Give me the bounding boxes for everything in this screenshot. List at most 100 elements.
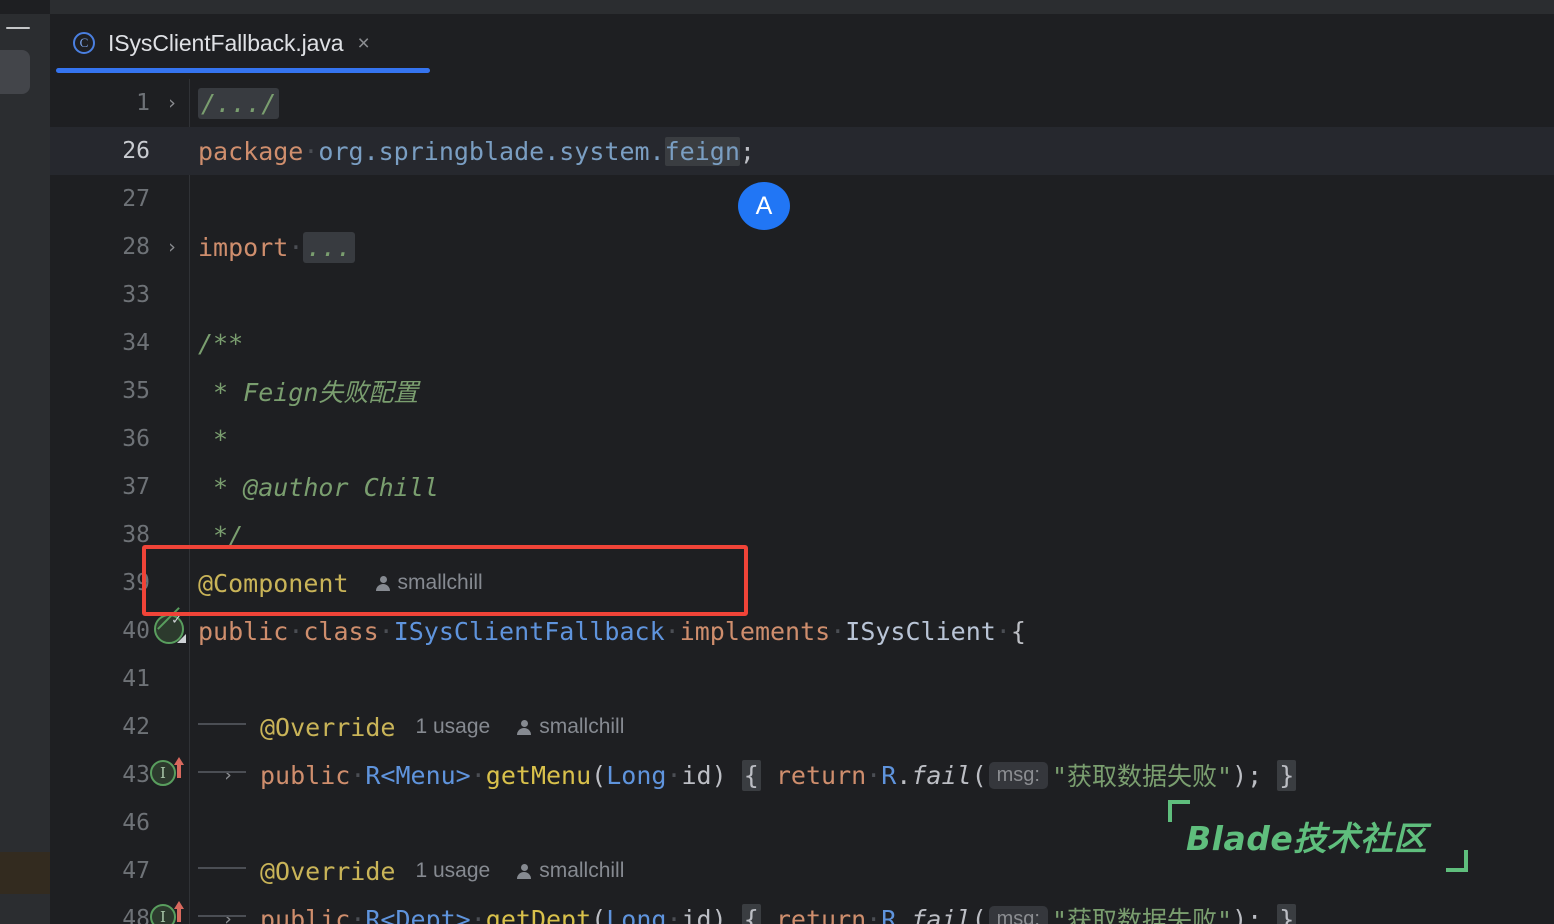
line-number[interactable]: 26 [50,138,150,164]
line-number[interactable]: 46 [50,810,150,836]
member-dot: . [896,760,912,790]
fold-chevron-icon[interactable]: › [162,236,182,258]
javadoc-description: * Feign失败配置 [198,378,419,407]
line-number[interactable]: 36 [50,426,150,452]
folded-imports[interactable]: ... [303,231,355,263]
keyword-package: package [198,136,304,166]
code-line-1: /.../ [198,79,280,127]
return-type: R<Menu> [365,760,471,790]
string-literal: "获取数据失败" [1051,762,1233,791]
line-number[interactable]: 48 [50,906,150,924]
result-class: R [881,760,897,790]
editor-row-current: 26 package · org.springblade.system. feign; [50,127,1554,175]
left-tool-sidebar [0,14,50,924]
implementing-method-marker-icon[interactable]: I [150,901,196,924]
line-number[interactable]: 28 [50,234,150,260]
keyword-import: import [198,232,289,262]
person-icon [516,864,532,880]
active-tab-underline [56,68,430,73]
editor-row: 1 › /.../ [50,79,1554,127]
keyword-class: class [303,616,379,646]
line-number[interactable]: 47 [50,858,150,884]
collapse-handle-icon[interactable] [6,27,30,29]
fold-chevron-icon[interactable]: › [162,92,182,114]
line-number[interactable]: 35 [50,378,150,404]
annotation-override: @Override [260,712,396,742]
code-editor[interactable]: 1 › /.../ 26 package · org.springblade.sys… [50,79,1554,924]
package-segment-feign: feign [664,136,740,166]
line-number[interactable]: 38 [50,522,150,548]
code-vision-author[interactable]: smallchill [375,571,483,595]
implemented-class-marker-icon[interactable]: ✓ [154,607,188,648]
editor-row: 33 [50,271,1554,319]
watermark: Blade技术社区 [1168,800,1468,872]
line-number[interactable]: 39 [50,570,150,596]
implementing-method-marker-icon[interactable]: I [150,757,196,792]
watermark-corner-bottom-right [1446,850,1468,872]
window-top-strip-left [0,0,50,14]
line-number[interactable]: 37 [50,474,150,500]
editor-row: 43 I › public · R<Menu> · getMenu(Long · id) {… [50,751,1554,799]
line-number[interactable]: 33 [50,282,150,308]
code-line-39: @Component smallchill [198,559,483,607]
body-open-brace: { [741,903,761,924]
method-separator-line [198,771,246,773]
code-line-48: public · R<Dept> · getDept(Long · id) { return… [198,895,1297,924]
line-number[interactable]: 41 [50,666,150,692]
fail-method: fail [911,760,972,790]
annotation-badge-a[interactable]: A [738,182,790,230]
line-number[interactable]: 43 [50,762,150,788]
param-type: Long [606,760,667,790]
line-number[interactable]: 1 [50,90,150,116]
code-line-36: * [198,415,228,463]
call-paren-close: ); [1232,760,1263,790]
code-line-34: /** [198,319,243,367]
editor-tab-isysclientfallback[interactable]: C ISysClientFallback.java × [56,14,384,72]
code-line-26: package · org.springblade.system. feign; [198,136,755,166]
body-close-brace: } [1277,903,1297,924]
code-vision-author[interactable]: smallchill [516,859,624,883]
line-number[interactable]: 42 [50,714,150,740]
editor-row: 40 ✓ public · class · ISysClientFallback · imp… [50,607,1554,655]
line-number[interactable]: 34 [50,330,150,356]
code-vision-usages[interactable]: 1 usage [415,715,490,739]
parameter-inlay-hint: msg: [988,905,1048,924]
call-paren-open: ( [971,760,987,790]
interface-name: ISysClient [845,616,996,646]
paren-close: ) [711,760,727,790]
method-name: getMenu [485,760,592,790]
implemented-class-corner [177,634,186,643]
close-icon[interactable]: × [357,33,369,54]
editor-tab-label: ISysClientFallback.java [108,29,344,56]
method-separator-line [198,915,246,917]
line-number[interactable]: 40 [50,618,150,644]
code-line-35: * Feign失败配置 [198,367,418,415]
annotation-component: @Component [198,568,349,598]
code-vision-author[interactable]: smallchill [516,715,624,739]
tool-window-button[interactable] [0,50,30,94]
keyword-implements: implements [679,616,831,646]
param-name: id [681,904,712,924]
paren-open: ( [591,904,607,924]
person-icon [516,720,532,736]
string-literal: "获取数据失败" [1051,906,1233,924]
param-name: id [681,760,712,790]
code-vision-usages[interactable]: 1 usage [415,859,490,883]
code-vision-author-label: smallchill [397,571,483,594]
keyword-return: return [775,760,867,790]
fail-method: fail [911,904,972,924]
editor-row: 36 * [50,415,1554,463]
editor-row: 35 * Feign失败配置 [50,367,1554,415]
line-number[interactable]: 27 [50,186,150,212]
keyword-public: public [260,760,351,790]
code-vision-author-label: smallchill [539,715,625,738]
folded-comment[interactable]: /.../ [198,87,280,119]
keyword-public: public [198,616,289,646]
person-icon [375,576,391,592]
code-line-42: @Override 1 usage smallchill [198,703,624,751]
javadoc-close: */ [198,520,244,550]
editor-row: 42 @Override 1 usage smallchill [50,703,1554,751]
method-name: getDept [485,904,592,924]
watermark-text: Blade技术社区 [1186,819,1428,858]
call-paren-close: ); [1232,904,1263,924]
